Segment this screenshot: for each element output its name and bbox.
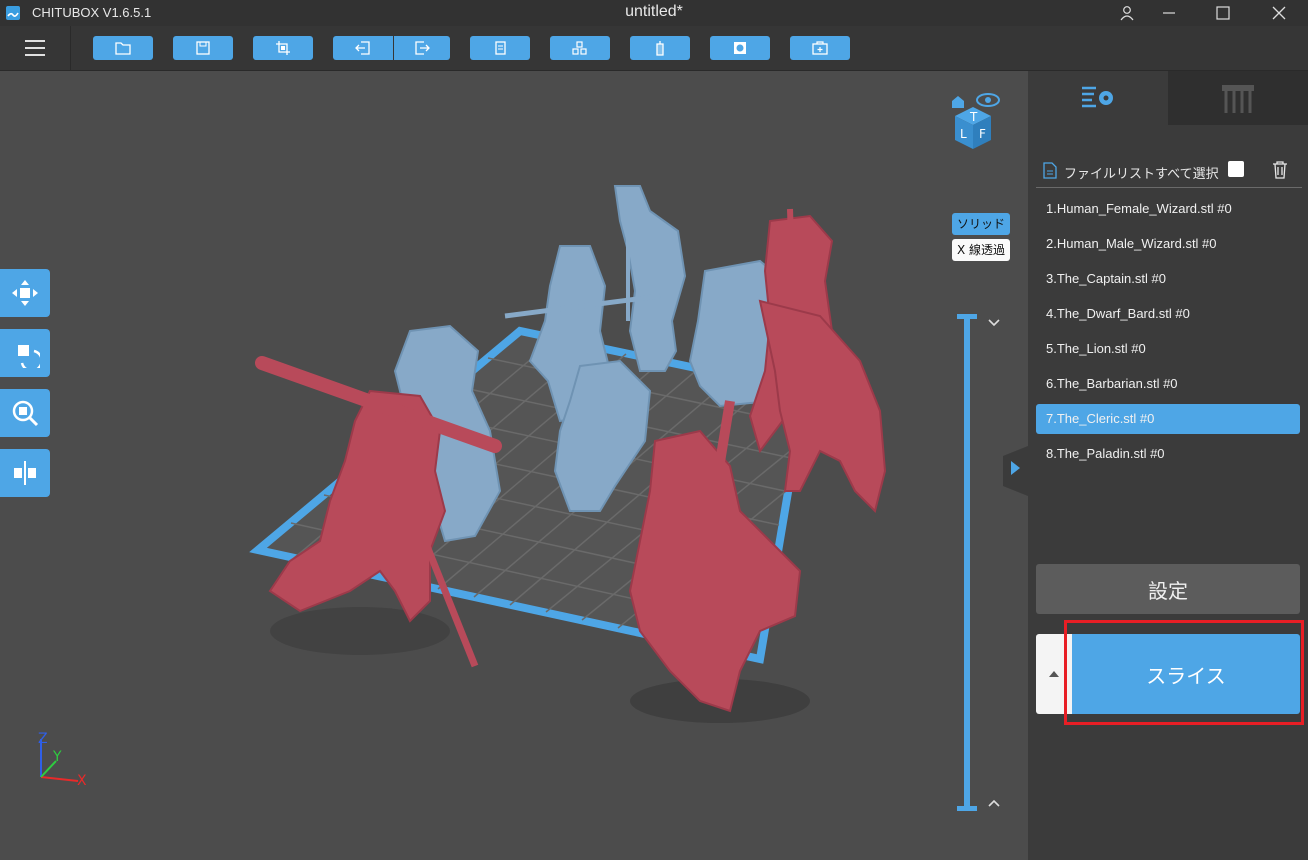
save-button[interactable] xyxy=(173,36,233,60)
tab-supports[interactable] xyxy=(1168,71,1308,125)
user-icon[interactable] xyxy=(1104,0,1150,26)
cube-top-label: T xyxy=(969,110,978,124)
menu-button[interactable] xyxy=(0,26,71,70)
file-list-item[interactable]: 1.Human_Female_Wizard.stl #0 xyxy=(1036,194,1300,224)
model-shadow xyxy=(270,607,450,655)
tab-model-settings[interactable] xyxy=(1028,71,1168,125)
home-icon xyxy=(952,96,964,108)
file-list-item-selected[interactable]: 7.The_Cleric.stl #0 xyxy=(1036,404,1300,434)
export-button[interactable] xyxy=(394,36,450,60)
minimize-button[interactable] xyxy=(1146,0,1192,26)
toolbox-icon xyxy=(812,41,828,55)
settings-button[interactable]: 設定 xyxy=(1036,564,1300,614)
arrange-button[interactable] xyxy=(550,36,610,60)
title-bar: CHITUBOX V1.6.5.1 untitled* xyxy=(0,0,1308,26)
cube-left-label: L xyxy=(960,127,967,141)
cube-front-label: F xyxy=(979,127,986,141)
paladin-sword xyxy=(787,208,795,272)
zoom-icon xyxy=(12,400,39,427)
file-list-item[interactable]: 2.Human_Male_Wizard.stl #0 xyxy=(1036,229,1300,259)
trash-icon[interactable] xyxy=(1272,161,1288,179)
support-button[interactable] xyxy=(630,36,690,60)
support-icon xyxy=(656,41,664,56)
mirror-tool-button[interactable] xyxy=(0,449,50,497)
hollow-button[interactable] xyxy=(710,36,770,60)
crop-button[interactable] xyxy=(253,36,313,60)
axis-y-label: Y xyxy=(52,749,62,765)
solid-view-button[interactable]: ソリッド xyxy=(952,213,1011,235)
support-structure-icon xyxy=(1222,85,1254,113)
import-button[interactable] xyxy=(333,36,393,60)
file-list-item[interactable]: 3.The_Captain.stl #0 xyxy=(1036,264,1300,294)
arrange-icon xyxy=(572,41,587,55)
toolbox-button[interactable] xyxy=(790,36,850,60)
move-tool-button[interactable] xyxy=(0,269,50,317)
select-all-checkbox[interactable] xyxy=(1228,161,1244,177)
copy-icon xyxy=(495,41,506,55)
crop-icon xyxy=(276,41,290,55)
layer-slider-bottom-handle[interactable] xyxy=(957,806,977,811)
file-list-header: ファイルリストすべて選択 xyxy=(1036,155,1302,188)
export-icon xyxy=(415,41,430,55)
maximize-button[interactable] xyxy=(1200,0,1246,26)
model-human-male-wizard xyxy=(613,185,687,372)
file-list-item[interactable]: 4.The_Dwarf_Bard.stl #0 xyxy=(1036,299,1300,329)
chevron-up-icon[interactable] xyxy=(988,799,1000,807)
close-button[interactable] xyxy=(1256,0,1302,26)
file-icon xyxy=(1043,162,1057,179)
open-file-button[interactable] xyxy=(93,36,153,60)
list-gear-icon xyxy=(1082,86,1113,108)
layer-slider-top-handle[interactable] xyxy=(957,314,977,319)
highlight-box xyxy=(1064,620,1304,725)
select-all-label: ファイルリストすべて選択 xyxy=(1064,167,1219,182)
xray-view-button[interactable]: X 線透過 xyxy=(952,239,1011,261)
open-icon xyxy=(115,42,131,55)
file-list-item[interactable]: 5.The_Lion.stl #0 xyxy=(1036,334,1300,364)
rotate-tool-button[interactable] xyxy=(0,329,50,377)
3d-viewport[interactable]: T L F Z Y X ソリッド X 線透過 xyxy=(0,71,1028,860)
mirror-icon xyxy=(14,461,36,485)
main-toolbar xyxy=(0,26,1308,71)
right-panel: ファイルリストすべて選択 1.Human_Female_Wizard.stl #… xyxy=(1028,71,1308,860)
hollow-icon xyxy=(734,42,746,54)
axis-x-label: X xyxy=(77,773,87,789)
copy-button[interactable] xyxy=(470,36,530,60)
file-list-item[interactable]: 8.The_Paladin.stl #0 xyxy=(1036,439,1300,469)
save-icon xyxy=(196,41,210,55)
chevron-down-icon[interactable] xyxy=(988,319,1000,327)
scale-tool-button[interactable] xyxy=(0,389,50,437)
import-icon xyxy=(355,41,370,55)
axis-z-label: Z xyxy=(38,731,48,747)
file-list-item[interactable]: 6.The_Barbarian.stl #0 xyxy=(1036,369,1300,399)
caret-up-icon xyxy=(1049,671,1059,677)
rotate-icon xyxy=(18,345,40,368)
move-icon xyxy=(12,280,38,306)
